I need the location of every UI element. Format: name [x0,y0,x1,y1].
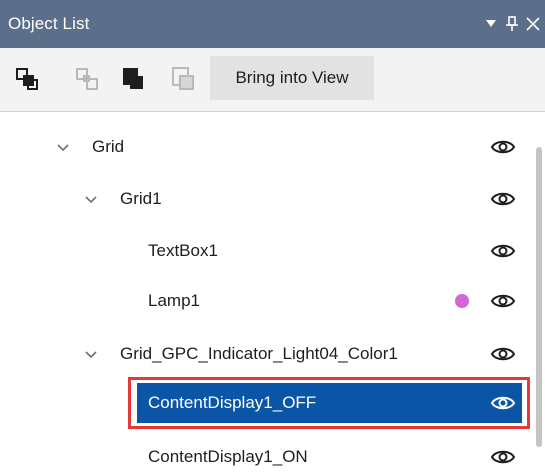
pin-icon [506,16,518,31]
eye-icon[interactable] [490,393,516,413]
send-backward-button[interactable] [70,62,104,96]
tree-item-textbox1[interactable]: TextBox1 [0,229,530,273]
eye-icon[interactable] [490,344,516,364]
tree-item-lamp1[interactable]: Lamp1 [0,279,530,323]
pin-button[interactable] [502,12,522,36]
close-icon [526,17,540,31]
tree-item-grid1[interactable]: Grid1 [0,177,530,221]
eye-icon[interactable] [490,189,516,209]
eye-icon[interactable] [490,291,516,311]
chevron-down-icon[interactable] [82,190,100,208]
object-tree: Grid Grid1 TextBox1 Lamp1 Grid_GPC_Indic… [0,113,545,476]
tree-item-label: Grid [92,137,125,156]
tree-item-grid-gpc-indicator[interactable]: Grid_GPC_Indicator_Light04_Color1 [0,332,530,376]
tree-item-label: ContentDisplay1_OFF [148,393,317,412]
tree-item-contentdisplay1-off[interactable]: ContentDisplay1_OFF [0,381,530,425]
vertical-scrollbar[interactable] [536,147,542,447]
object-list-toolbar: Bring into View [0,48,545,112]
tree-item-grid[interactable]: Grid [0,125,530,169]
tree-item-label: Grid_GPC_Indicator_Light04_Color1 [120,344,398,363]
eye-icon[interactable] [490,137,516,157]
lamp-status-dot [455,294,469,308]
dropdown-menu-button[interactable] [481,12,501,36]
panel-title: Object List [8,14,90,33]
bring-to-front-button[interactable] [116,62,150,96]
send-to-back-button[interactable] [166,62,200,96]
triangle-down-icon [486,20,496,27]
tree-item-label: TextBox1 [148,241,218,260]
tree-item-label: Lamp1 [148,291,200,310]
chevron-down-icon[interactable] [54,138,72,156]
chevron-down-icon[interactable] [82,345,100,363]
close-button[interactable] [523,12,543,36]
bring-forward-icon [16,68,38,90]
eye-icon[interactable] [490,447,516,467]
tree-item-contentdisplay1-on[interactable]: ContentDisplay1_ON [0,435,530,476]
panel-titlebar: Object List [0,0,545,48]
bring-into-view-button[interactable]: Bring into View [210,56,374,100]
bring-to-front-icon [123,68,143,89]
tree-item-label: Grid1 [120,189,162,208]
eye-icon[interactable] [490,241,516,261]
send-to-back-icon [172,67,194,90]
bring-forward-button[interactable] [10,62,44,96]
tree-item-label: ContentDisplay1_ON [148,447,308,466]
send-backward-icon [76,68,98,90]
